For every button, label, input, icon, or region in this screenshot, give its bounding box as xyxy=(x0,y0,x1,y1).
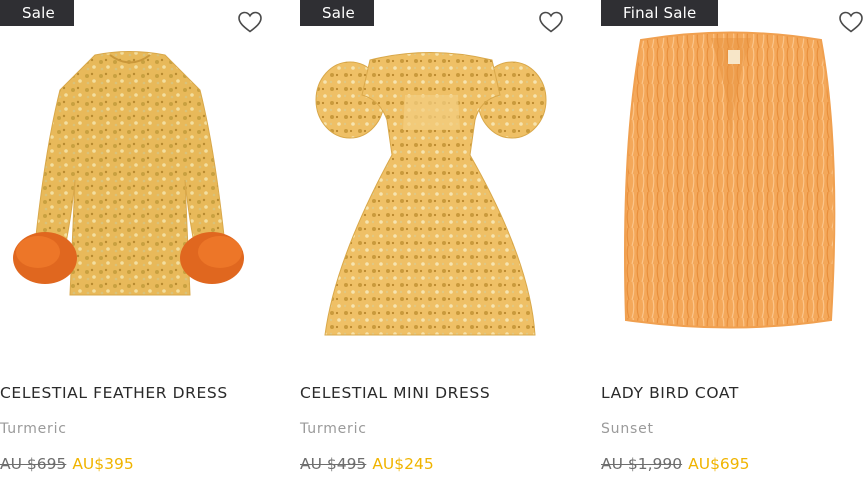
product-price: AU $1,990 AU$695 xyxy=(601,455,750,473)
product-card[interactable]: Final Sale LADY BIRD COAT Sunset AU $1,9… xyxy=(601,0,866,483)
product-price: AU $695 AU$395 xyxy=(0,455,134,473)
product-image[interactable] xyxy=(0,30,260,360)
product-name[interactable]: LADY BIRD COAT xyxy=(601,384,739,402)
product-card[interactable]: Sale CELESTIAL FEATHER DRESS Turmeric AU… xyxy=(0,0,270,483)
original-price: AU $1,990 xyxy=(601,455,683,473)
sale-price: AU$395 xyxy=(72,455,134,473)
product-grid: Sale CELESTIAL FEATHER DRESS Turmeric AU… xyxy=(0,0,866,483)
product-color: Turmeric xyxy=(300,421,367,437)
product-image[interactable] xyxy=(601,30,861,360)
sale-badge: Sale xyxy=(0,0,74,26)
sale-price: AU$245 xyxy=(372,455,434,473)
product-card[interactable]: Sale CELESTIAL MINI DRESS Turmeric AU $4… xyxy=(300,0,570,483)
product-color: Sunset xyxy=(601,421,654,437)
product-price: AU $495 AU$245 xyxy=(300,455,434,473)
sale-price: AU$695 xyxy=(688,455,750,473)
product-color: Turmeric xyxy=(0,421,67,437)
product-name[interactable]: CELESTIAL MINI DRESS xyxy=(300,384,490,402)
final-sale-badge: Final Sale xyxy=(601,0,719,26)
product-image[interactable] xyxy=(300,30,560,360)
original-price: AU $495 xyxy=(300,455,367,473)
original-price: AU $695 xyxy=(0,455,67,473)
sale-badge: Sale xyxy=(300,0,374,26)
product-name[interactable]: CELESTIAL FEATHER DRESS xyxy=(0,384,228,402)
